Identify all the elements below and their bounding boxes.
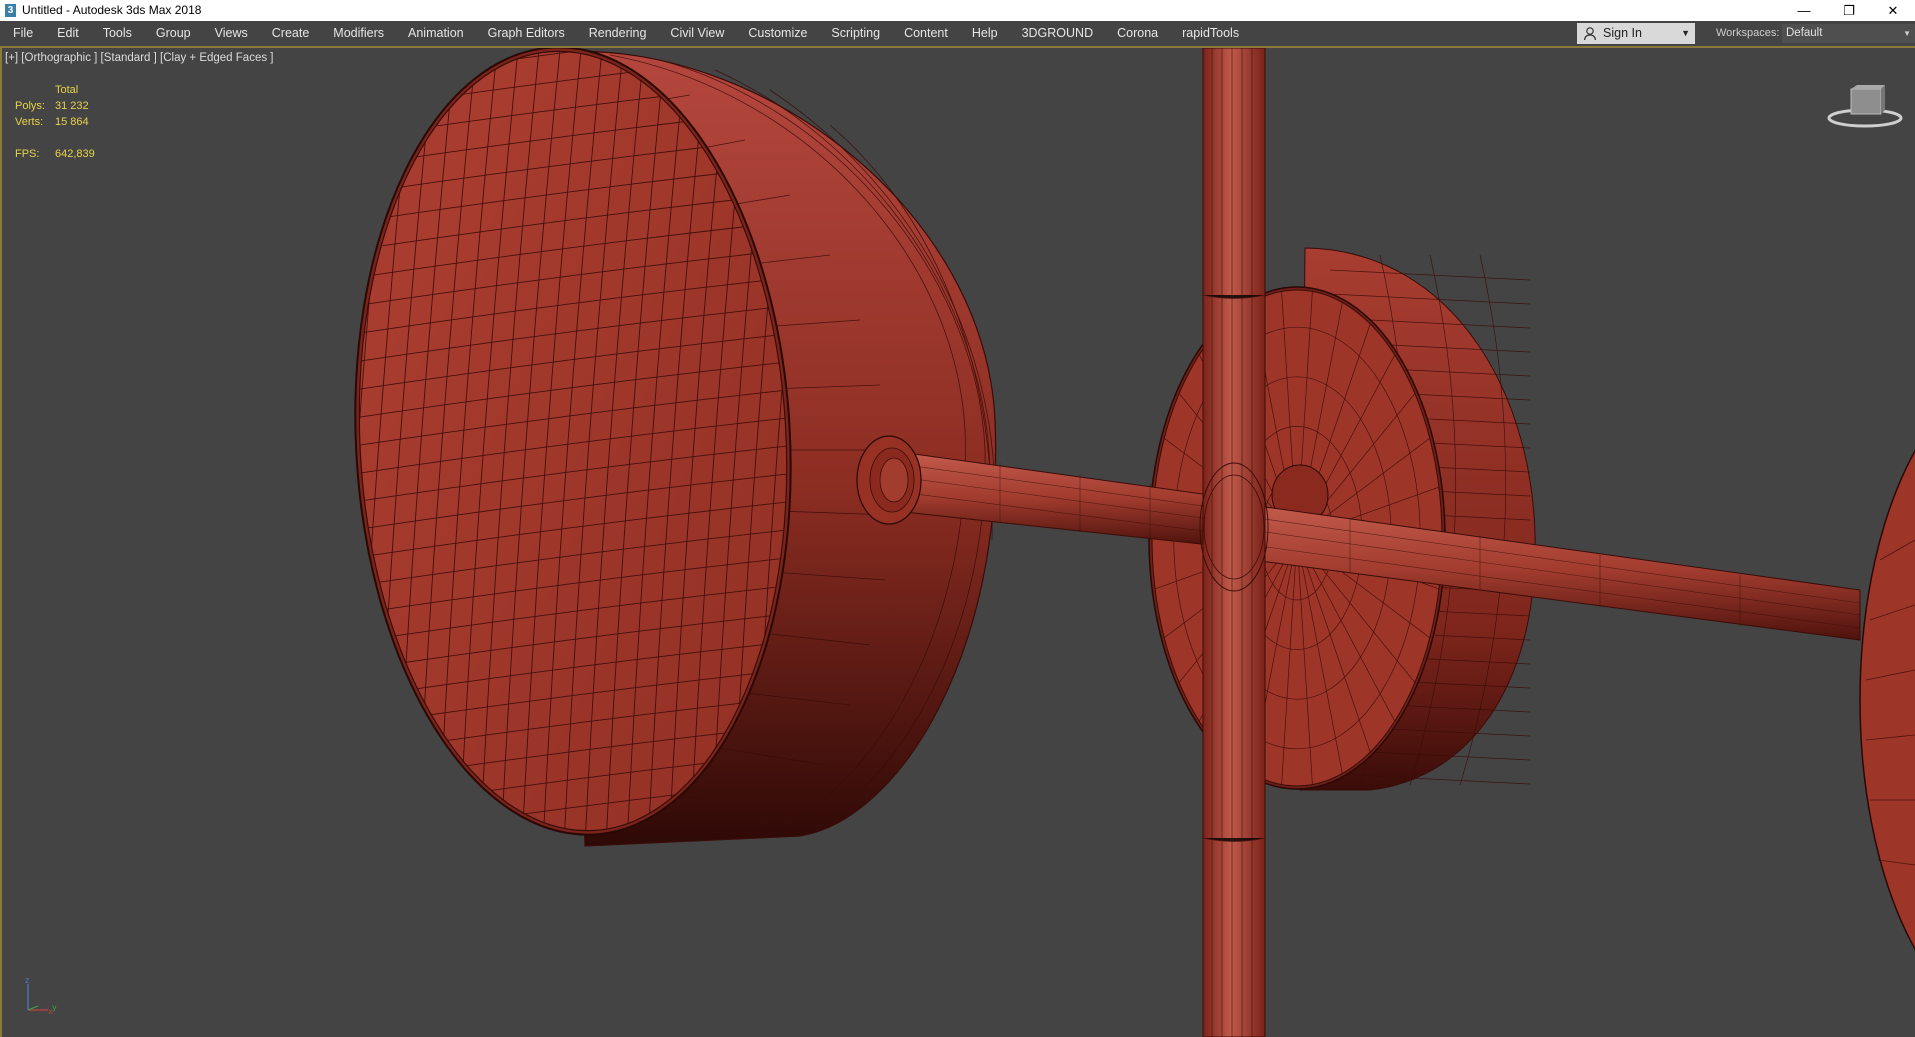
restore-button[interactable]: ❐ [1827, 0, 1871, 21]
menu-3dground[interactable]: 3DGROUND [1010, 21, 1106, 46]
menu-group[interactable]: Group [144, 21, 203, 46]
menu-create[interactable]: Create [260, 21, 322, 46]
menu-bar: File Edit Tools Group Views Create Modifiers An… [0, 21, 1915, 46]
menu-file[interactable]: File [0, 21, 45, 46]
workspaces-label: Workspaces: [1716, 27, 1780, 39]
chevron-down-icon: ▼ [1681, 28, 1690, 38]
sign-in-label: Sign In [1603, 26, 1642, 40]
chevron-down-icon: ▼ [1903, 29, 1911, 38]
stats-fps-value: 642,839 [55, 148, 95, 160]
stats-polys-label: Polys: [15, 100, 45, 112]
right-wheel-partial[interactable] [1859, 370, 1915, 1030]
minimize-button[interactable]: — [1782, 0, 1826, 21]
stats-verts-value: 15 864 [55, 116, 89, 128]
axis-tripod-icon: z x y [25, 978, 57, 1016]
menu-graph-editors[interactable]: Graph Editors [476, 21, 577, 46]
title-bar: 3 Untitled - Autodesk 3ds Max 2018 — ❐ ✕ [0, 0, 1915, 21]
stats-polys-value: 31 232 [55, 100, 89, 112]
menu-views[interactable]: Views [203, 21, 260, 46]
perspective-viewport[interactable]: [+] [Orthographic ] [Standard ] [Clay + … [0, 48, 1915, 1037]
menu-edit[interactable]: Edit [45, 21, 91, 46]
menu-corona[interactable]: Corona [1105, 21, 1170, 46]
menu-items: File Edit Tools Group Views Create Modifiers An… [0, 21, 1251, 46]
window-title: Untitled - Autodesk 3ds Max 2018 [22, 3, 202, 17]
menu-civil-view[interactable]: Civil View [658, 21, 736, 46]
stats-header: Total [55, 84, 79, 96]
menu-rendering[interactable]: Rendering [577, 21, 659, 46]
menu-customize[interactable]: Customize [736, 21, 819, 46]
close-button[interactable]: ✕ [1871, 0, 1915, 21]
scene-render[interactable] [0, 48, 1915, 1037]
menu-content[interactable]: Content [892, 21, 960, 46]
axis-y-label: y [52, 1003, 57, 1012]
menu-modifiers[interactable]: Modifiers [321, 21, 396, 46]
sign-in-dropdown[interactable]: Sign In ▼ [1577, 23, 1695, 44]
menu-tools[interactable]: Tools [91, 21, 144, 46]
menu-scripting[interactable]: Scripting [819, 21, 892, 46]
menu-animation[interactable]: Animation [396, 21, 476, 46]
axis-z-label: z [25, 978, 29, 985]
vertical-pole[interactable] [1199, 48, 1269, 1037]
stats-fps-label: FPS: [15, 148, 40, 160]
viewcube-icon[interactable] [1825, 83, 1905, 133]
menu-help[interactable]: Help [960, 21, 1010, 46]
app-icon: 3 [5, 4, 16, 17]
workspaces-value: Default [1786, 27, 1823, 39]
workspaces-select[interactable]: Default ▼ [1782, 24, 1915, 43]
viewport-label[interactable]: [+] [Orthographic ] [Standard ] [Clay + … [5, 52, 273, 64]
stats-verts-label: Verts: [15, 116, 44, 128]
menu-rapidtools[interactable]: rapidTools [1170, 21, 1251, 46]
user-icon [1583, 27, 1597, 41]
viewport-active-border [0, 48, 2, 1037]
